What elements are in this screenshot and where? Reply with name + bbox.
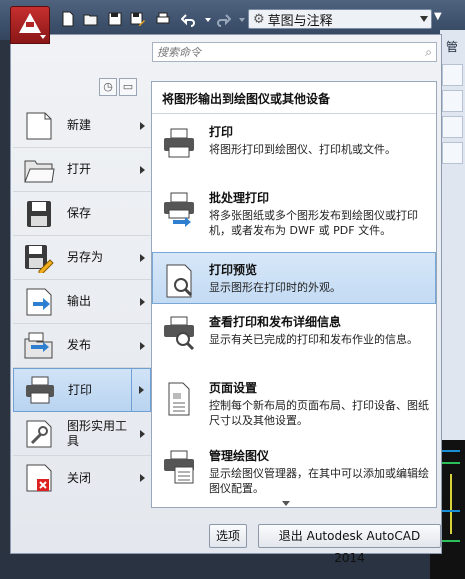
open-icon[interactable]: [83, 11, 99, 27]
exit-autocad-button[interactable]: 退出 Autodesk AutoCAD 2014: [258, 524, 441, 565]
chevron-right-icon: [140, 121, 145, 130]
redo-icon[interactable]: [215, 11, 231, 27]
plot-details-icon: [161, 315, 197, 351]
submenu-item-batch-plot[interactable]: 批处理打印 将多张图纸或多个图形发布到绘图仪或打印机，或者发布为 DWF 或 P…: [152, 180, 436, 252]
ribbon-tool-icon[interactable]: [442, 64, 463, 86]
menu-item-save[interactable]: 保存: [13, 192, 151, 236]
menu-item-label: 保存: [67, 206, 92, 220]
drawing-utilities-icon: [23, 419, 55, 449]
print-submenu: 将图形输出到绘图仪或其他设备 打印 将图形打印到绘图仪、打印机或文件。 批处理打…: [151, 81, 437, 508]
menu-item-export[interactable]: 输出: [13, 280, 151, 324]
chevron-right-icon: [139, 386, 144, 394]
submenu-item-plot-details[interactable]: 查看打印和发布详细信息 显示有关已完成的打印和发布作业的信息。: [152, 304, 436, 370]
status-bar-area: [0, 552, 430, 579]
plotter-manager-icon: [161, 449, 197, 485]
chevron-right-icon: [140, 429, 145, 438]
plot-preview-icon: [161, 263, 197, 299]
plot-icon[interactable]: [155, 11, 171, 27]
ribbon-tool-icon[interactable]: [442, 90, 463, 112]
workspace-selector[interactable]: ⚙ 草图与注释: [248, 9, 432, 29]
submenu-item-title: 管理绘图仪: [209, 449, 270, 463]
new-icon[interactable]: [60, 11, 76, 27]
menu-item-label: 另存为: [67, 250, 104, 264]
menu-item-label: 新建: [67, 118, 92, 132]
workspace-name: 草图与注释: [267, 13, 333, 29]
customize-quick-access-icon[interactable]: ▼: [434, 11, 444, 27]
publish-icon: [23, 331, 55, 361]
printer-icon: [24, 375, 56, 405]
batch-plot-icon: [161, 191, 197, 227]
new-document-icon: [23, 111, 55, 141]
menu-command-list: 新建 打开 保存 另存为 输出 发布 打印 图形实用工具 关闭: [13, 104, 151, 500]
page-setup-icon: [161, 381, 197, 417]
save-as-icon: [23, 243, 55, 273]
application-menu-button[interactable]: [10, 6, 50, 44]
submenu-item-plot-preview[interactable]: 打印预览 显示图形在打印时的外观。: [152, 252, 436, 304]
export-icon: [23, 287, 55, 317]
gear-icon: ⚙: [253, 11, 265, 27]
plot-icon: [161, 125, 197, 161]
chevron-right-icon: [140, 341, 145, 350]
chevron-right-icon: [140, 297, 145, 306]
submenu-item-plotter-manager[interactable]: 管理绘图仪 显示绘图仪管理器，在其中可以添加或编辑绘图仪配置。: [152, 438, 436, 504]
chevron-right-icon: [140, 253, 145, 262]
menu-item-label: 打印: [68, 382, 93, 397]
options-button[interactable]: 选项: [209, 524, 248, 548]
undo-icon[interactable]: [181, 11, 197, 27]
submenu-item-description: 显示有关已完成的打印和发布作业的信息。: [209, 333, 418, 346]
save-as-icon[interactable]: [130, 11, 146, 27]
chevron-right-icon: [140, 474, 145, 482]
ribbon-tab-partial[interactable]: 管: [446, 38, 458, 55]
search-input[interactable]: [153, 43, 413, 61]
menu-item-publish[interactable]: 发布: [13, 324, 151, 368]
submenu-item-description: 控制每个新布局的页面布局、打印设备、图纸尺寸以及其他设置。: [209, 399, 429, 427]
submenu-item-description: 显示图形在打印时的外观。: [209, 281, 341, 294]
submenu-item-description: 将图形打印到绘图仪、打印机或文件。: [209, 143, 396, 156]
autocad-logo-icon: [19, 13, 41, 33]
menu-item-label: 关闭: [67, 470, 92, 485]
submenu-item-page-setup[interactable]: 页面设置 控制每个新布局的页面布局、打印设备、图纸尺寸以及其他设置。: [152, 370, 436, 438]
search-box[interactable]: ⌕: [152, 42, 437, 62]
ribbon-tool-icon[interactable]: [442, 142, 463, 164]
scroll-down-icon[interactable]: [282, 501, 290, 506]
menu-item-close[interactable]: 关闭: [13, 456, 151, 500]
submenu-item-title: 打印: [209, 125, 234, 139]
recent-documents-icon[interactable]: ◷: [99, 78, 117, 96]
menu-item-print[interactable]: 打印: [13, 368, 151, 412]
ribbon-tool-icon[interactable]: [442, 116, 463, 138]
chevron-right-icon: [140, 165, 145, 174]
submenu-item-plot[interactable]: 打印 将图形打印到绘图仪、打印机或文件。: [152, 114, 436, 180]
submenu-header: 将图形输出到绘图仪或其他设备: [152, 82, 436, 114]
save-icon[interactable]: [107, 11, 123, 27]
chevron-down-icon: [420, 16, 428, 22]
menu-item-save-as[interactable]: 另存为: [13, 236, 151, 280]
menu-item-label: 图形实用工具: [67, 418, 128, 448]
search-icon[interactable]: ⌕: [425, 45, 432, 60]
undo-dropdown-icon[interactable]: [200, 11, 211, 27]
menu-item-open[interactable]: 打开: [13, 148, 151, 192]
submenu-item-description: 显示绘图仪管理器，在其中可以添加或编辑绘图仪配置。: [209, 467, 429, 495]
menu-item-label: 发布: [67, 338, 92, 352]
recent-open-toggles: ◷ ▭: [99, 78, 137, 96]
application-menu: ⌕ ◷ ▭ 新建 打开 保存 另存为 输出: [10, 34, 442, 565]
menu-item-new[interactable]: 新建: [13, 104, 151, 148]
submenu-item-title: 查看打印和发布详细信息: [209, 315, 342, 329]
save-disk-icon: [23, 199, 55, 229]
submenu-item-title: 页面设置: [209, 381, 258, 395]
menu-item-label: 打开: [67, 162, 92, 176]
submenu-item-title: 打印预览: [209, 263, 258, 277]
redo-dropdown-icon[interactable]: [234, 11, 245, 27]
chevron-down-icon: [40, 35, 46, 39]
submenu-item-title: 批处理打印: [209, 191, 270, 205]
open-folder-icon: [23, 155, 55, 185]
submenu-item-description: 将多张图纸或多个图形发布到绘图仪或打印机，或者发布为 DWF 或 PDF 文件。: [209, 209, 418, 237]
close-document-icon: [23, 463, 55, 493]
menu-item-drawing-utilities[interactable]: 图形实用工具: [13, 412, 151, 456]
menu-item-label: 输出: [67, 294, 92, 308]
open-documents-icon[interactable]: ▭: [119, 78, 137, 96]
